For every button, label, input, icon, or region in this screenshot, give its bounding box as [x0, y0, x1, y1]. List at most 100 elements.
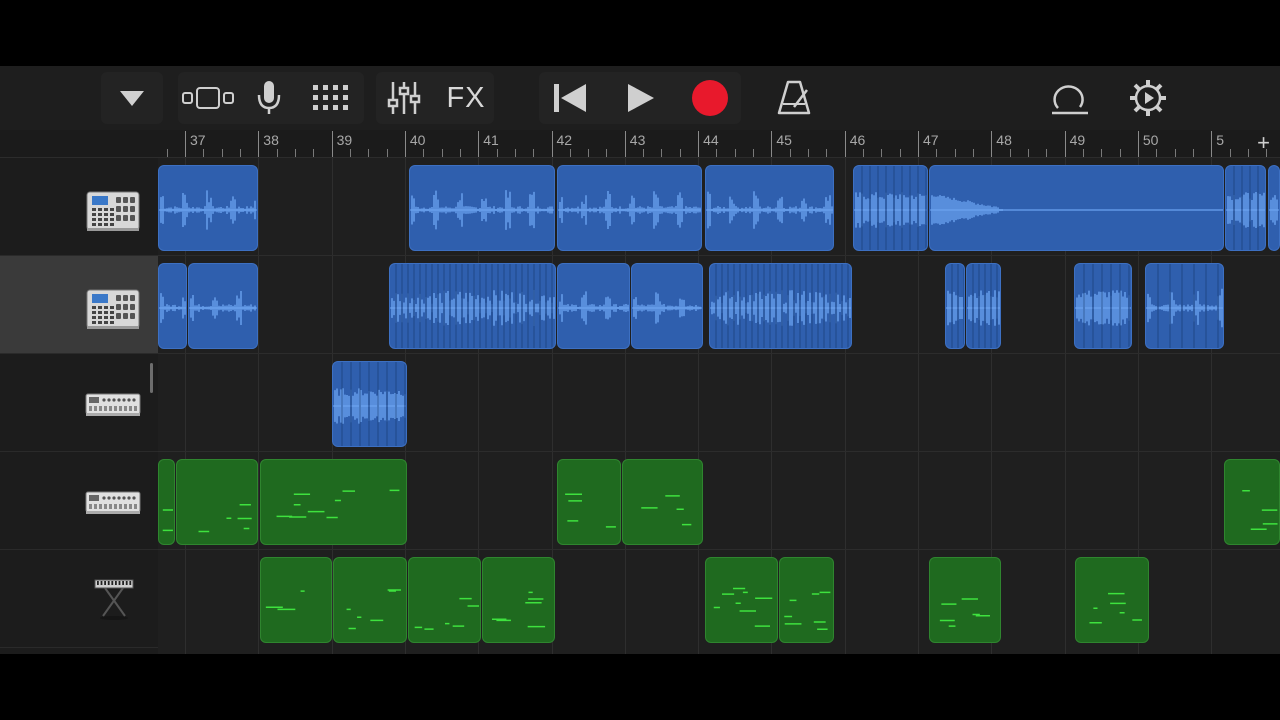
track-header-keyboard-track[interactable]: [0, 550, 158, 648]
bar-tick: [331, 131, 333, 157]
beat-tick: [313, 149, 315, 157]
waveform: [333, 362, 406, 446]
record-button[interactable]: [684, 72, 736, 124]
track-header-drum-machine-track-2[interactable]: [0, 256, 158, 354]
microphone-button[interactable]: [243, 72, 295, 124]
waveform: [159, 293, 186, 323]
bar-ruler[interactable]: 37 38 39 40 41 42 43 44 45 46 47 48 49 50 5: [158, 130, 1280, 158]
midi-region[interactable]: [482, 557, 555, 643]
synth-module-icon: [85, 391, 141, 422]
midi-region[interactable]: [705, 557, 778, 643]
audio-region[interactable]: [1268, 165, 1280, 251]
midi-notes: [1089, 592, 1142, 624]
beat-tick: [826, 149, 828, 157]
grid-button[interactable]: [305, 72, 357, 124]
audio-region[interactable]: [709, 263, 852, 349]
beat-tick: [294, 149, 296, 157]
audio-region[interactable]: [1225, 165, 1266, 251]
loop-icon: [1052, 85, 1088, 115]
audio-region[interactable]: [409, 165, 555, 251]
midi-region[interactable]: [622, 459, 703, 545]
loop-browser-button[interactable]: [1044, 72, 1096, 124]
beat-tick: [954, 149, 956, 157]
midi-region[interactable]: [260, 459, 407, 545]
audio-region[interactable]: [945, 263, 965, 349]
waveform: [410, 190, 554, 230]
audio-region[interactable]: [389, 263, 556, 349]
add-track-button[interactable]: +: [1257, 132, 1270, 154]
tracks-view-button[interactable]: [182, 72, 234, 124]
midi-region[interactable]: [333, 557, 407, 643]
browser-dropdown-button[interactable]: [106, 72, 158, 124]
audio-region[interactable]: [158, 165, 258, 251]
bar-tick: [991, 131, 993, 157]
midi-region[interactable]: [779, 557, 834, 643]
beat-tick: [881, 149, 883, 157]
track-header-synth-module-track-2[interactable]: [0, 452, 158, 550]
bar-tick: [698, 131, 700, 157]
settings-button[interactable]: [1122, 72, 1174, 124]
midi-region[interactable]: [158, 459, 175, 545]
tracks-view-icon: [182, 87, 234, 109]
beat-tick: [1174, 149, 1176, 157]
midi-notes: [784, 591, 831, 630]
beat-tick: [606, 149, 608, 157]
bar-tick: [478, 131, 480, 157]
midi-notes: [346, 589, 401, 630]
bar-tick: [918, 131, 919, 157]
midi-region[interactable]: [1224, 459, 1280, 545]
audio-region[interactable]: [188, 263, 258, 349]
midi-notes: [492, 591, 546, 628]
bar-tick: [771, 131, 773, 157]
bar-number: 47: [923, 132, 939, 148]
midi-region[interactable]: [408, 557, 481, 643]
metronome-button[interactable]: [768, 72, 820, 124]
lane-separator: [158, 255, 1280, 256]
audio-region[interactable]: [557, 263, 630, 349]
audio-region[interactable]: [705, 165, 834, 251]
record-icon: [692, 80, 728, 116]
beat-tick: [368, 149, 370, 157]
waveform: [1146, 264, 1223, 348]
fx-button[interactable]: FX: [440, 72, 492, 124]
beat-tick: [1101, 149, 1103, 157]
track-scroll-indicator[interactable]: [150, 363, 153, 393]
audio-region[interactable]: [332, 361, 407, 447]
audio-region[interactable]: [631, 263, 703, 349]
midi-notes: [939, 598, 990, 627]
beat-tick: [972, 149, 974, 157]
lane-separator: [158, 353, 1280, 354]
play-button[interactable]: [614, 72, 666, 124]
audio-region[interactable]: [1145, 263, 1224, 349]
beat-tick: [1046, 149, 1048, 157]
track-header-synth-module-track-1[interactable]: [0, 354, 158, 452]
bar-number: 40: [409, 132, 426, 148]
audio-region[interactable]: [853, 165, 928, 251]
midi-notes: [265, 590, 305, 611]
midi-region[interactable]: [557, 459, 621, 545]
midi-region[interactable]: [260, 557, 332, 643]
audio-region[interactable]: [966, 263, 1001, 349]
beat-tick: [753, 149, 755, 157]
mixer-button[interactable]: [378, 72, 430, 124]
beat-tick: [203, 149, 205, 157]
go-to-start-button[interactable]: [544, 72, 596, 124]
tracks-area[interactable]: [158, 158, 1280, 654]
midi-region[interactable]: [176, 459, 258, 545]
grid-icon: [313, 85, 348, 110]
audio-region[interactable]: [158, 263, 187, 349]
garageband-tracks-view: FX 37 38 39 40 41 42 43 44 45 46 47 48 4…: [0, 66, 1280, 654]
midi-region[interactable]: [929, 557, 1001, 643]
audio-region[interactable]: [557, 165, 702, 251]
audio-region[interactable]: [1074, 263, 1132, 349]
skip-back-icon: [554, 84, 586, 112]
triangle-down-icon: [120, 91, 144, 106]
bar-number: 48: [996, 132, 1012, 148]
audio-region[interactable]: [929, 165, 1224, 251]
midi-region[interactable]: [1075, 557, 1149, 643]
bar-tick: [1211, 131, 1213, 157]
track-header-drum-machine-track-1[interactable]: [0, 158, 158, 256]
waveform: [946, 264, 964, 348]
bar-number: 49: [1069, 132, 1086, 148]
bar-tick: [624, 131, 626, 157]
